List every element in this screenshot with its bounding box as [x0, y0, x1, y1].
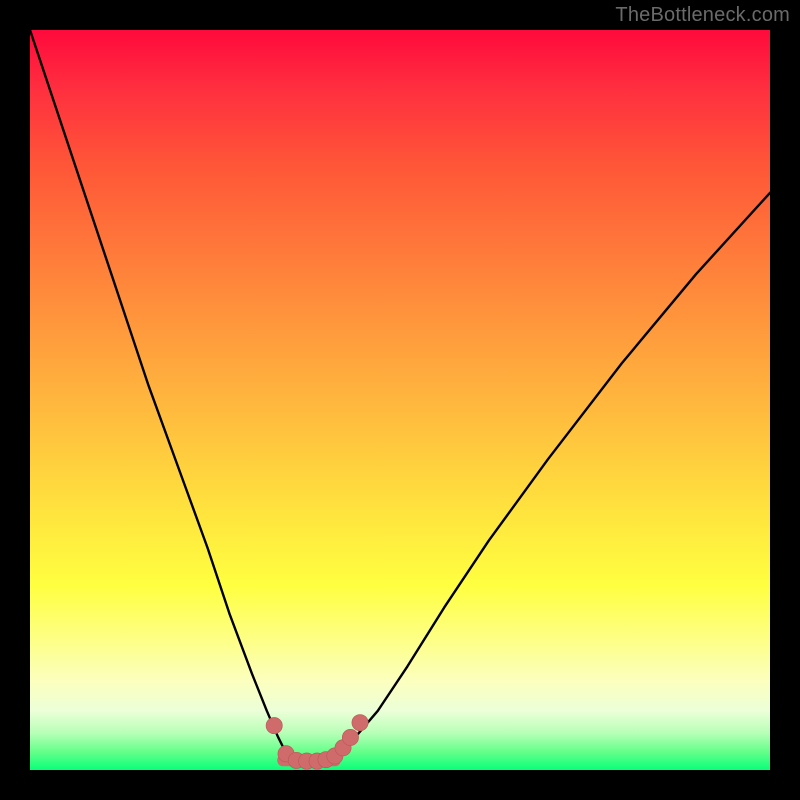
curve-layer	[30, 30, 770, 770]
watermark-text: TheBottleneck.com	[615, 4, 790, 27]
plot-area	[30, 30, 770, 770]
marker-dot	[266, 717, 282, 733]
bottleneck-curve	[30, 30, 770, 761]
curve-path	[30, 30, 770, 761]
marker-dot	[352, 715, 368, 731]
chart-stage: TheBottleneck.com	[0, 0, 800, 800]
marker-dot	[342, 729, 358, 745]
